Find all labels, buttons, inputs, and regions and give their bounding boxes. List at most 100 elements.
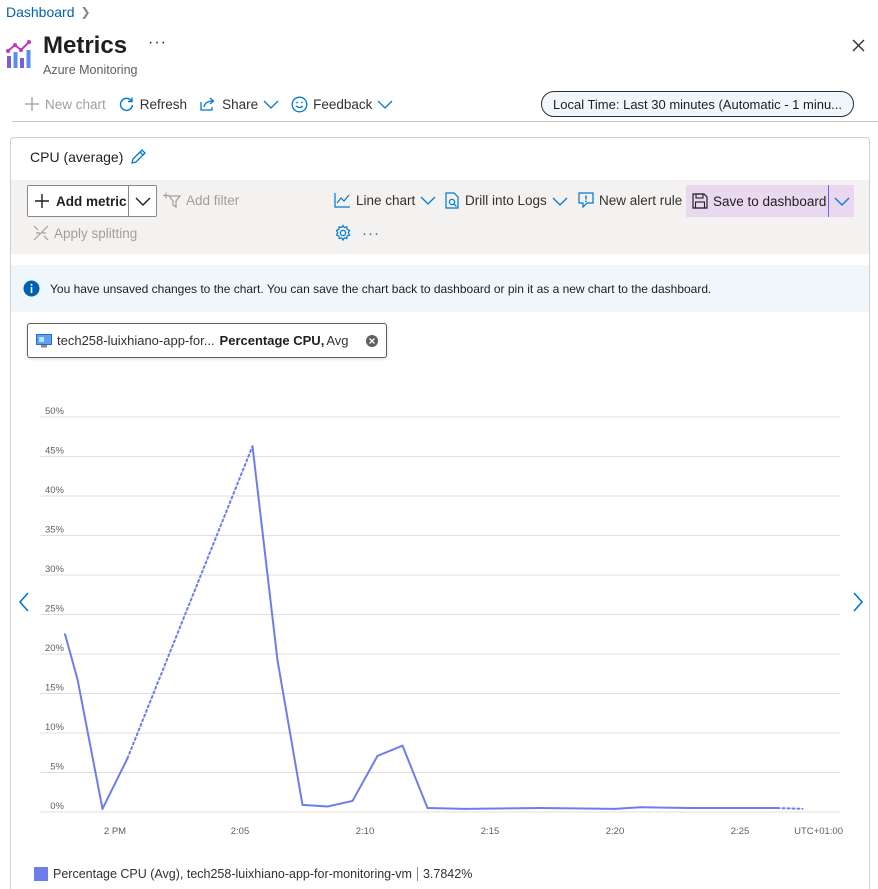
banner-text: You have unsaved changes to the chart. Y… — [50, 281, 712, 296]
y-tick-label: 5% — [50, 762, 64, 773]
chevron-down-icon — [834, 197, 849, 206]
chart-title[interactable]: CPU (average) — [30, 148, 147, 166]
chart-x-tick-labels: 2 PM 2:05 2:10 2:15 2:20 2:25 UTC+01:00 — [104, 826, 843, 837]
new-chart-button[interactable]: New chart — [24, 96, 106, 112]
y-tick-label: 20% — [45, 643, 65, 654]
apply-splitting-button[interactable]: Apply splitting — [33, 225, 137, 241]
page-subtitle: Azure Monitoring — [43, 63, 138, 77]
y-tick-label: 25% — [45, 604, 65, 615]
refresh-label: Refresh — [139, 96, 188, 112]
more-options-button[interactable]: ··· — [148, 34, 167, 52]
series-line-segment — [251, 445, 279, 662]
new-alert-rule-button[interactable]: New alert rule — [578, 192, 682, 209]
y-tick-label: 40% — [45, 485, 65, 496]
x-tick-label: 2:10 — [356, 826, 375, 837]
splitting-icon — [33, 225, 49, 241]
add-metric-dropdown-button[interactable] — [128, 186, 156, 216]
chart-next-arrow-icon[interactable] — [850, 590, 866, 614]
alert-icon — [578, 192, 594, 209]
metric-name: Percentage CPU, — [219, 333, 325, 348]
share-label: Share — [222, 96, 259, 112]
chart-settings-gear-icon[interactable] — [334, 224, 352, 247]
series-line-segment — [126, 445, 254, 760]
chart-previous-arrow-icon[interactable] — [16, 590, 32, 614]
line-chart-button[interactable]: Line chart — [334, 192, 436, 208]
y-tick-label: 0% — [50, 801, 64, 812]
y-tick-label: 15% — [45, 683, 65, 694]
line-chart-label: Line chart — [356, 192, 416, 208]
y-tick-label: 35% — [45, 525, 65, 536]
save-to-dashboard-label: Save to dashboard — [713, 193, 827, 209]
divider — [12, 121, 878, 122]
y-tick-label: 30% — [45, 564, 65, 575]
metric-pill[interactable]: tech258-luixhiano-app-for... Percentage … — [27, 323, 387, 358]
virtual-machine-icon — [36, 333, 52, 347]
series-line-segment — [776, 807, 804, 810]
x-tick-label: 2 PM — [104, 826, 126, 837]
plus-icon — [35, 194, 49, 208]
chevron-down-icon — [552, 197, 568, 206]
series-line-segment — [401, 744, 429, 810]
feedback-button[interactable]: Feedback — [291, 96, 393, 113]
series-line-segment — [101, 757, 129, 810]
save-dropdown-button[interactable] — [828, 185, 854, 217]
metrics-icon — [6, 40, 34, 70]
time-range-picker[interactable]: Local Time: Last 30 minutes (Automatic -… — [541, 91, 854, 117]
series-line-segment — [351, 754, 379, 802]
metric-resource-name: tech258-luixhiano-app-for... — [57, 333, 215, 348]
logs-icon — [445, 192, 459, 209]
x-tick-label: 2:15 — [481, 826, 500, 837]
add-filter-button[interactable]: Add filter — [163, 192, 239, 208]
series-line-segment — [64, 633, 79, 681]
legend-label: Percentage CPU (Avg), tech258-luixhiano-… — [53, 867, 412, 881]
x-tick-label: 2:05 — [231, 826, 250, 837]
legend-value: 3.7842% — [422, 867, 473, 881]
remove-metric-icon[interactable] — [365, 334, 379, 348]
series-line-segment — [639, 806, 691, 810]
chart-gridlines — [40, 416, 840, 813]
add-metric-button[interactable]: Add metric — [27, 185, 157, 217]
feedback-label: Feedback — [313, 96, 373, 112]
breadcrumb-dashboard-link[interactable]: Dashboard — [6, 4, 75, 20]
chart-y-tick-labels: 0% 5% 10% 15% 20% 25% 30% 35% 40% 45% 50% — [45, 406, 65, 812]
chart-title-text: CPU (average) — [30, 149, 124, 165]
drill-into-logs-button[interactable]: Drill into Logs — [444, 192, 568, 209]
share-button[interactable]: Share — [199, 96, 279, 112]
series-line-segment — [539, 807, 616, 810]
chart-legend[interactable]: Percentage CPU (Avg), tech258-luixhiano-… — [34, 867, 472, 881]
series-line-segment — [614, 806, 641, 810]
line-chart-icon — [334, 193, 350, 208]
legend-swatch — [34, 867, 48, 881]
save-icon — [692, 193, 708, 209]
series-line-segment — [426, 807, 466, 810]
x-tick-label: 2:25 — [731, 826, 750, 837]
series-line-segment — [76, 678, 104, 810]
drill-into-logs-label: Drill into Logs — [465, 193, 547, 208]
add-filter-label: Add filter — [186, 192, 240, 208]
smiley-icon — [291, 96, 308, 112]
unsaved-changes-banner: You have unsaved changes to the chart. Y… — [11, 265, 869, 312]
refresh-button[interactable]: Refresh — [118, 96, 187, 113]
share-icon — [200, 97, 215, 111]
y-tick-label: 50% — [45, 406, 65, 417]
command-bar: New chart Refresh Share Feedback — [24, 92, 405, 116]
series-line-segment — [301, 803, 329, 808]
page-title: Metrics — [43, 32, 128, 59]
y-tick-label: 45% — [45, 446, 65, 457]
cpu-line-chart: 0% 5% 10% 15% 20% 25% 30% 35% 40% 45% 50% 2 PM 2:05… — [40, 406, 843, 837]
series-line-segment — [376, 744, 404, 757]
close-icon[interactable] — [849, 36, 869, 56]
chart-series — [64, 445, 804, 810]
filter-plus-icon — [163, 192, 181, 208]
new-alert-rule-label: New alert rule — [599, 193, 683, 208]
chevron-down-icon — [420, 196, 436, 205]
y-tick-label: 10% — [45, 722, 65, 733]
toolbar-more-button[interactable]: ··· — [362, 225, 380, 242]
edit-pencil-icon[interactable] — [129, 148, 147, 166]
x-axis-timezone-label: UTC+01:00 — [794, 826, 843, 837]
save-to-dashboard-button[interactable]: Save to dashboard — [686, 185, 854, 217]
chevron-right-icon: ❯ — [80, 5, 91, 19]
x-tick-label: 2:20 — [606, 826, 625, 837]
add-metric-label: Add metric — [56, 193, 127, 209]
chevron-down-icon — [377, 100, 393, 109]
